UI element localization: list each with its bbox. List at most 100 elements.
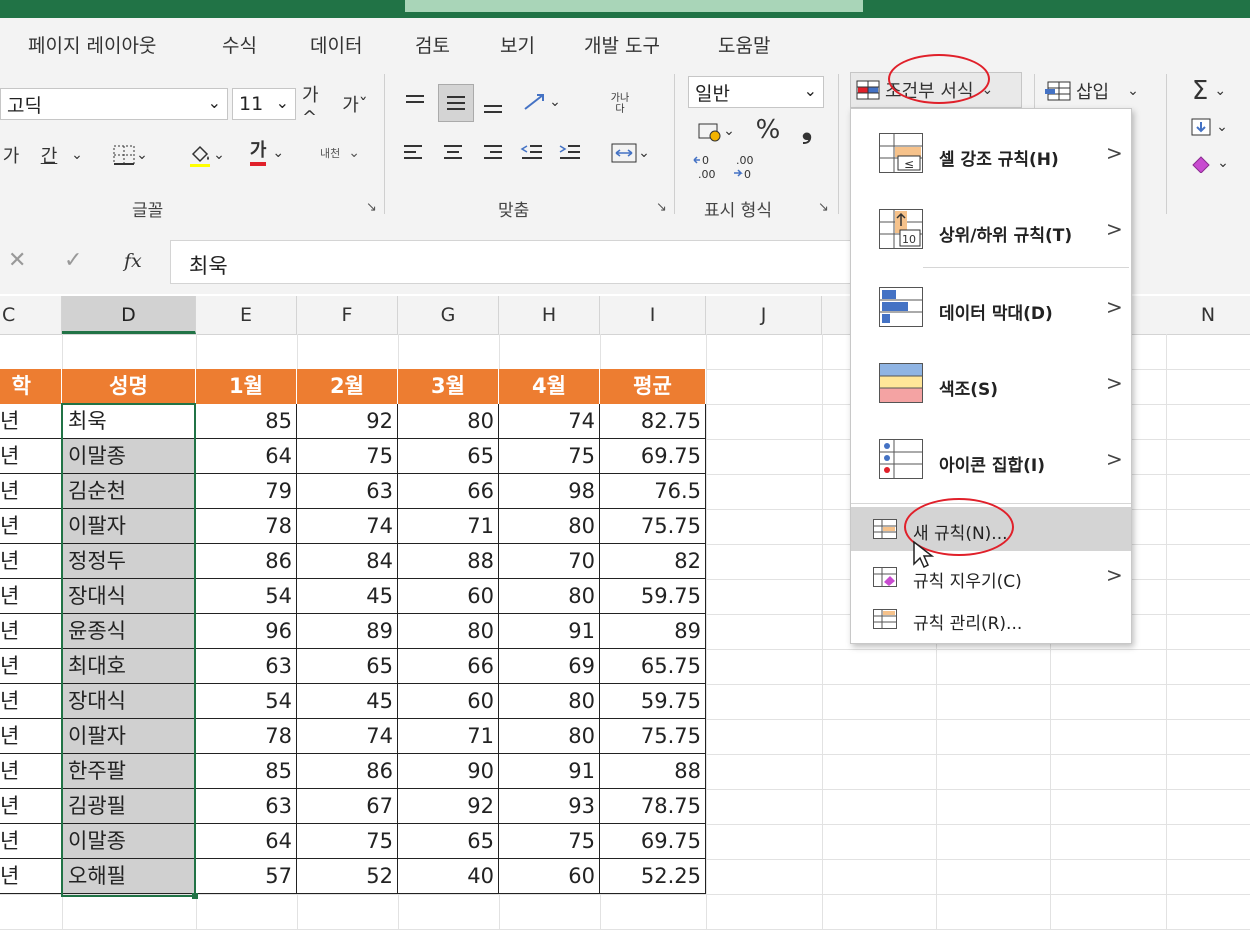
tab-view[interactable]: 보기 xyxy=(500,31,535,58)
header-cell[interactable]: 2월 xyxy=(297,369,398,404)
orientation-button[interactable]: ⌄ xyxy=(516,88,566,116)
increase-decimal-button[interactable]: 0.00 xyxy=(692,152,720,182)
column-header-e[interactable]: E xyxy=(196,296,297,334)
percent-button[interactable]: % xyxy=(752,114,784,146)
tab-developer[interactable]: 개발 도구 xyxy=(584,31,660,58)
score-cell[interactable]: 92 xyxy=(398,789,499,824)
grade-cell[interactable]: 년 xyxy=(0,579,62,614)
grade-cell[interactable]: 년 xyxy=(0,824,62,859)
grade-cell[interactable]: 년 xyxy=(0,544,62,579)
align-left-button[interactable] xyxy=(400,138,426,168)
number-format-select[interactable]: 일반 ⌄ xyxy=(688,76,824,108)
header-cell-grade[interactable]: 학년 xyxy=(0,369,62,404)
fill-color-button[interactable]: ⌄ xyxy=(182,140,230,170)
score-cell[interactable]: 74 xyxy=(297,509,398,544)
score-cell[interactable]: 84 xyxy=(297,544,398,579)
chevron-down-icon[interactable]: ⌄ xyxy=(68,140,86,170)
score-cell[interactable]: 93 xyxy=(499,789,600,824)
grade-cell[interactable]: 년 xyxy=(0,789,62,824)
fill-button[interactable]: ⌄ xyxy=(1184,112,1234,142)
score-cell[interactable]: 60 xyxy=(398,684,499,719)
grade-cell[interactable]: 년 xyxy=(0,439,62,474)
score-cell[interactable]: 75.75 xyxy=(600,509,706,544)
name-cell[interactable]: 윤종식 xyxy=(62,614,196,649)
score-cell[interactable]: 78.75 xyxy=(600,789,706,824)
score-cell[interactable]: 86 xyxy=(297,754,398,789)
score-cell[interactable]: 71 xyxy=(398,509,499,544)
score-cell[interactable]: 75.75 xyxy=(600,719,706,754)
header-cell[interactable]: 성명 xyxy=(62,369,196,404)
score-cell[interactable]: 89 xyxy=(297,614,398,649)
score-cell[interactable]: 57 xyxy=(196,859,297,894)
name-cell[interactable]: 정정두 xyxy=(62,544,196,579)
column-header-j[interactable]: J xyxy=(706,296,822,334)
score-cell[interactable]: 60 xyxy=(398,579,499,614)
grade-cell[interactable]: 년 xyxy=(0,719,62,754)
column-header-f[interactable]: F xyxy=(297,296,398,334)
score-cell[interactable]: 64 xyxy=(196,824,297,859)
accounting-format-button[interactable]: ⌄ xyxy=(690,116,742,146)
merge-center-button[interactable]: ⌄ xyxy=(604,138,656,168)
underline-button[interactable]: 간 xyxy=(36,140,62,170)
score-cell[interactable]: 66 xyxy=(398,474,499,509)
name-cell[interactable]: 오해필 xyxy=(62,859,196,894)
header-cell[interactable]: 평균 xyxy=(600,369,706,404)
score-cell[interactable]: 78 xyxy=(196,509,297,544)
score-cell[interactable]: 85 xyxy=(196,404,297,439)
score-cell[interactable]: 91 xyxy=(499,614,600,649)
enter-icon[interactable]: ✓ xyxy=(64,248,82,273)
score-cell[interactable]: 80 xyxy=(398,614,499,649)
score-cell[interactable]: 40 xyxy=(398,859,499,894)
menu-item-highlight-cells[interactable]: ≤ 셀 강조 규칙(H) > xyxy=(851,125,1131,185)
name-cell[interactable]: 장대식 xyxy=(62,579,196,614)
score-cell[interactable]: 80 xyxy=(499,579,600,614)
score-cell[interactable]: 66 xyxy=(398,649,499,684)
score-cell[interactable]: 74 xyxy=(499,404,600,439)
score-cell[interactable]: 45 xyxy=(297,684,398,719)
name-cell[interactable]: 최대호 xyxy=(62,649,196,684)
grade-cell[interactable]: 년 xyxy=(0,474,62,509)
grade-cell[interactable]: 년 xyxy=(0,404,62,439)
score-cell[interactable]: 60 xyxy=(499,859,600,894)
align-bottom-button[interactable] xyxy=(480,92,506,120)
score-cell[interactable]: 80 xyxy=(398,404,499,439)
score-cell[interactable]: 96 xyxy=(196,614,297,649)
insert-button[interactable]: 삽입 ⌄ xyxy=(1044,76,1148,106)
font-color-button[interactable]: 가 ⌄ xyxy=(242,136,292,170)
column-header-h[interactable]: H xyxy=(499,296,600,334)
tab-page-layout[interactable]: 페이지 레이아웃 xyxy=(28,31,156,58)
tab-formulas[interactable]: 수식 xyxy=(222,31,257,58)
score-cell[interactable]: 65 xyxy=(398,824,499,859)
column-header-g[interactable]: G xyxy=(398,296,499,334)
score-cell[interactable]: 88 xyxy=(398,544,499,579)
align-center-button[interactable] xyxy=(440,138,466,168)
fill-handle[interactable] xyxy=(192,893,198,899)
menu-item-manage-rules[interactable]: 규칙 관리(R)... xyxy=(851,599,1131,639)
shrink-font-button[interactable]: 가ˇ xyxy=(340,90,370,118)
autosum-button[interactable]: Σ ⌄ xyxy=(1184,76,1234,106)
decrease-decimal-button[interactable]: .00 0 xyxy=(732,152,760,182)
score-cell[interactable]: 69.75 xyxy=(600,439,706,474)
name-cell[interactable]: 최욱 xyxy=(62,404,196,439)
score-cell[interactable]: 86 xyxy=(196,544,297,579)
score-cell[interactable]: 64 xyxy=(196,439,297,474)
score-cell[interactable]: 78 xyxy=(196,719,297,754)
score-cell[interactable]: 70 xyxy=(499,544,600,579)
score-cell[interactable]: 85 xyxy=(196,754,297,789)
column-header-n[interactable]: N xyxy=(1166,296,1250,334)
italic-button[interactable]: 가 xyxy=(0,140,22,170)
score-cell[interactable]: 82 xyxy=(600,544,706,579)
score-cell[interactable]: 54 xyxy=(196,579,297,614)
name-cell[interactable]: 이팔자 xyxy=(62,719,196,754)
score-cell[interactable]: 92 xyxy=(297,404,398,439)
grade-cell[interactable]: 년 xyxy=(0,754,62,789)
header-cell[interactable]: 1월 xyxy=(196,369,297,404)
grade-cell[interactable]: 년 xyxy=(0,684,62,719)
column-header-d[interactable]: D xyxy=(62,296,196,334)
insert-function-icon[interactable]: fx xyxy=(124,250,142,272)
clear-button[interactable]: ⌄ xyxy=(1184,148,1234,178)
score-cell[interactable]: 52 xyxy=(297,859,398,894)
menu-item-top-bottom[interactable]: 10 상위/하위 규칙(T) > xyxy=(851,201,1131,261)
score-cell[interactable]: 65 xyxy=(297,649,398,684)
score-cell[interactable]: 65 xyxy=(398,439,499,474)
